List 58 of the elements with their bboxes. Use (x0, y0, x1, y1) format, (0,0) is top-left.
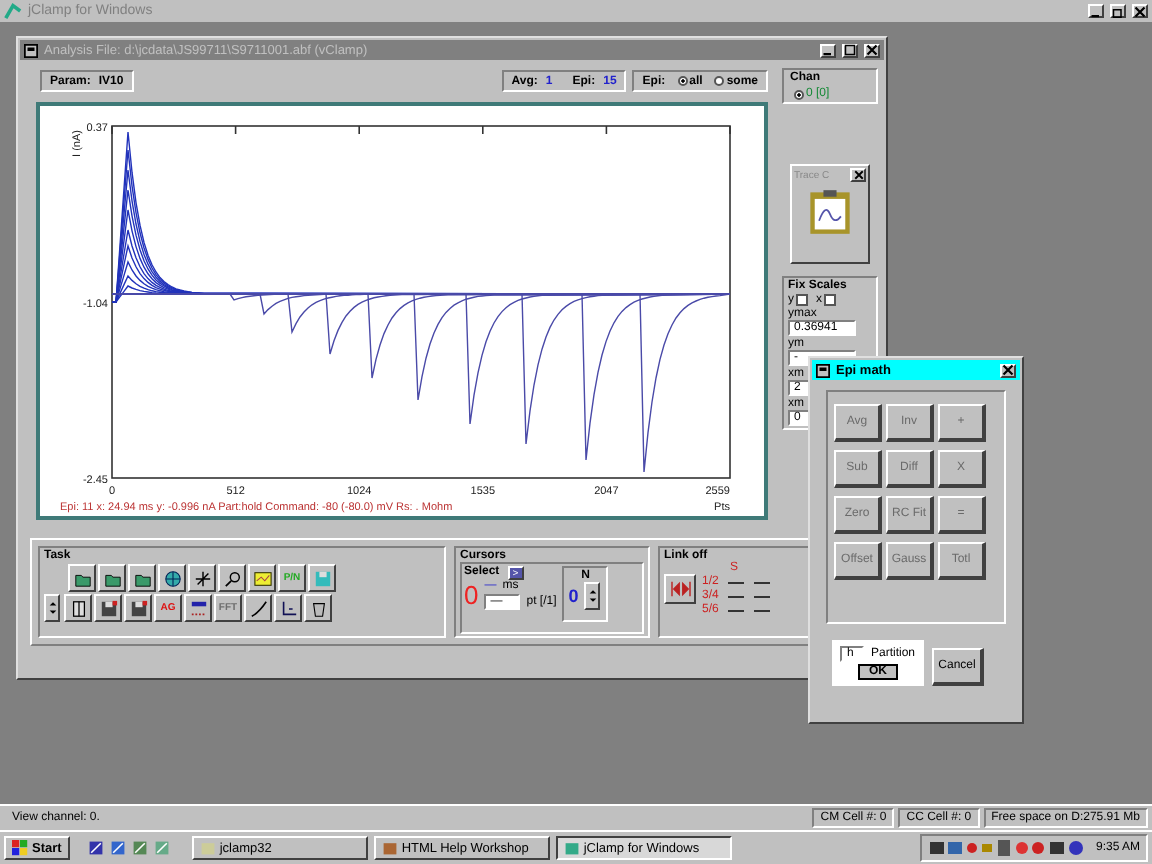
toolbar-button[interactable] (304, 594, 332, 622)
toolbar-button[interactable] (98, 564, 126, 592)
app-icon (199, 840, 216, 856)
quick-launch-icon[interactable] (87, 840, 104, 856)
link-button[interactable] (664, 574, 696, 604)
globe-icon (163, 569, 181, 587)
toolbar-button[interactable] (274, 594, 302, 622)
toolbar-button[interactable] (218, 564, 246, 592)
spinner[interactable] (584, 582, 601, 610)
clipboard-icon (808, 188, 852, 236)
minimize-button[interactable] (1088, 4, 1104, 18)
maximize-icon (844, 44, 856, 56)
bin-icon (309, 599, 327, 617)
close-button[interactable] (1132, 4, 1148, 18)
maximize-button[interactable] (842, 43, 858, 57)
close-icon (1134, 5, 1146, 17)
restore-button[interactable] (1110, 4, 1126, 18)
spinner[interactable] (44, 594, 60, 622)
toolbar-button[interactable] (158, 564, 186, 592)
app-icon (381, 840, 398, 856)
toolbar-button[interactable] (64, 594, 92, 622)
window-icon (24, 43, 38, 57)
toolbar-button[interactable] (248, 564, 276, 592)
close-icon (853, 170, 863, 180)
close-icon (1002, 364, 1014, 376)
step-icon (279, 599, 297, 617)
search-icon (223, 569, 241, 587)
toolbar-button[interactable] (244, 594, 272, 622)
screen-icon (253, 569, 271, 587)
close-button[interactable] (1000, 363, 1016, 377)
window-icon (816, 363, 830, 377)
minimize-button[interactable] (820, 43, 836, 57)
up-down-arrows-icon (47, 598, 57, 618)
tray-icons-drawing[interactable] (927, 838, 1088, 858)
curve-icon (249, 599, 267, 617)
quick-launch-icon[interactable] (131, 840, 148, 856)
door-icon (69, 599, 87, 617)
cursor-number: 0 (464, 580, 479, 610)
close-button[interactable] (864, 43, 880, 57)
close-button[interactable] (850, 168, 866, 182)
close-icon (866, 44, 878, 56)
toolbar-button[interactable] (188, 564, 216, 592)
toolbar-button[interactable] (184, 594, 212, 622)
app-icon (4, 2, 22, 20)
app-icon (563, 840, 580, 856)
arrows-icon (669, 580, 691, 598)
toolbar-button[interactable] (94, 594, 122, 622)
restore-icon (1112, 5, 1124, 17)
toolbar-button[interactable] (308, 564, 336, 592)
toolbar-button[interactable] (68, 564, 96, 592)
quick-launch-icon[interactable] (109, 840, 126, 856)
ruler-icon (189, 599, 207, 617)
crosshair-icon (193, 569, 211, 587)
toolbar-button[interactable] (124, 594, 152, 622)
flag-icon (12, 840, 28, 856)
n-value: 0 (568, 586, 579, 606)
up-down-arrows-icon (587, 586, 598, 606)
toolbar-button[interactable] (128, 564, 156, 592)
